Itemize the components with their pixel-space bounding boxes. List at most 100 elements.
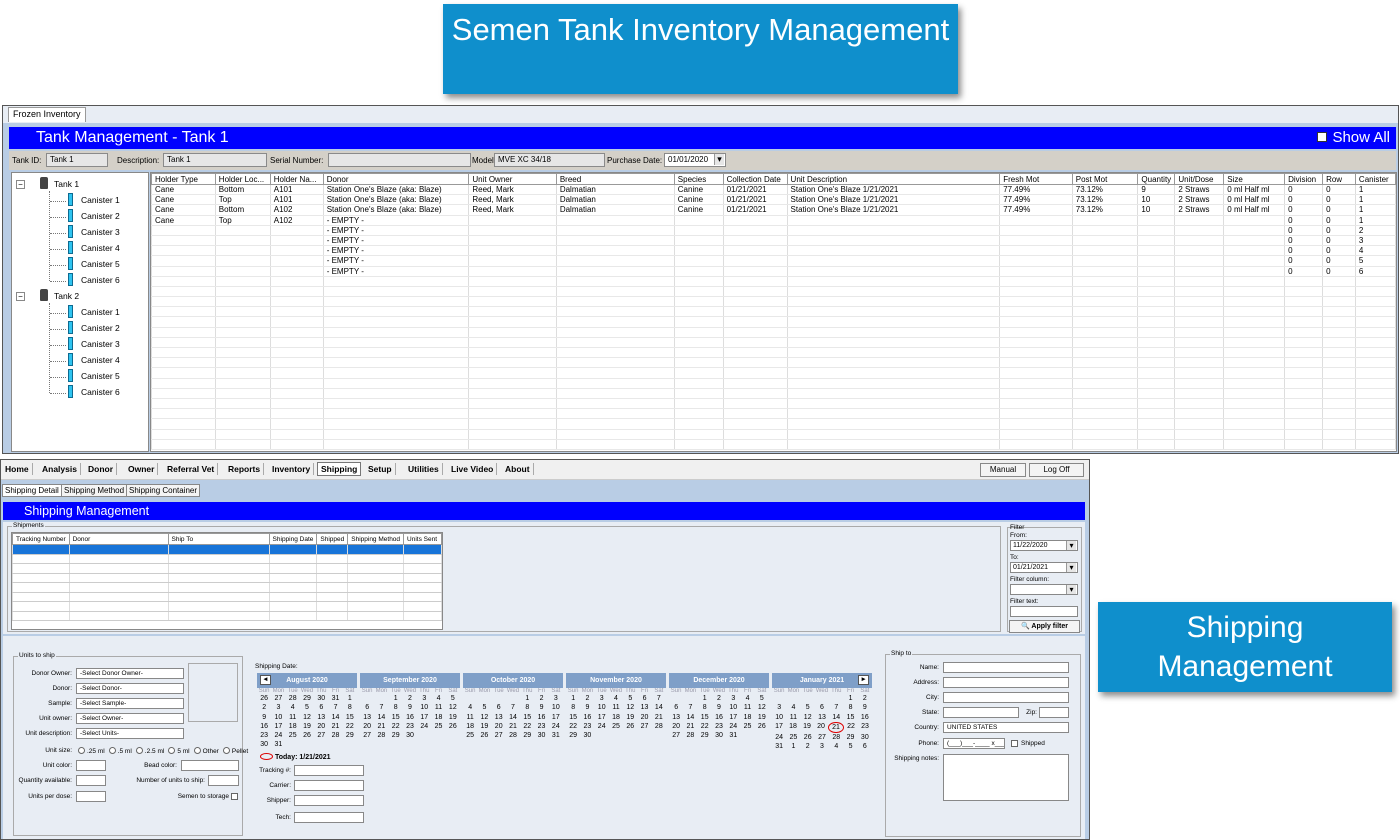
calendar-day[interactable]: 4 <box>286 703 300 712</box>
calendar-day[interactable]: 9 <box>858 703 872 712</box>
calendar-day[interactable]: 3 <box>271 703 285 712</box>
calendar-day[interactable]: 27 <box>314 731 328 740</box>
calendar-day[interactable]: 19 <box>755 713 769 722</box>
calendar-day[interactable]: 10 <box>726 703 740 712</box>
tree-node-canister[interactable]: Canister 2 <box>68 321 120 334</box>
table-row[interactable] <box>12 611 442 621</box>
calendar-day[interactable]: 27 <box>271 694 285 703</box>
from-date-dropdown[interactable]: 11/22/2020 <box>1010 540 1078 551</box>
table-row[interactable] <box>151 418 1396 430</box>
calendar-day[interactable]: 15 <box>843 713 857 722</box>
table-row[interactable] <box>151 408 1396 420</box>
calendar-day[interactable]: 8 <box>698 703 712 712</box>
calendar-day[interactable]: 29 <box>843 733 857 742</box>
calendar-day[interactable]: 1 <box>520 694 534 703</box>
phone-field[interactable]: (___)___-____ x____ <box>943 738 1005 749</box>
calendar-day[interactable]: 10 <box>772 713 786 722</box>
tree-node-canister[interactable]: Canister 3 <box>68 225 120 238</box>
table-row[interactable] <box>151 367 1396 379</box>
calendar-day[interactable]: 29 <box>698 731 712 740</box>
calendar-day[interactable]: 25 <box>786 733 800 742</box>
calendar-day[interactable]: 31 <box>726 731 740 740</box>
calendar-day[interactable]: 7 <box>506 703 520 712</box>
table-row[interactable] <box>151 398 1396 410</box>
calendar-day[interactable]: 18 <box>740 713 754 722</box>
donor-dropdown[interactable]: -Select Donor- <box>76 683 184 694</box>
calendar-day[interactable]: 11 <box>431 703 445 712</box>
calendar-day[interactable]: 21 <box>328 722 342 731</box>
calendar-day[interactable] <box>623 731 637 740</box>
calendar-day[interactable]: 13 <box>815 713 829 722</box>
calendar-day[interactable]: 8 <box>343 703 357 712</box>
calendar-day[interactable]: 12 <box>446 703 460 712</box>
calendar-day[interactable]: 5 <box>843 742 857 751</box>
calendar-day[interactable]: 21 <box>652 713 666 722</box>
column-header[interactable]: Donor <box>68 533 169 545</box>
calendar-day[interactable]: 28 <box>374 731 388 740</box>
calendar-day[interactable]: 10 <box>595 703 609 712</box>
calendar-day[interactable]: 16 <box>580 713 594 722</box>
table-row[interactable]: - EMPTY -005 <box>151 255 1396 267</box>
tree-node-canister[interactable]: Canister 3 <box>68 337 120 350</box>
menu-home[interactable]: Home <box>2 463 33 475</box>
table-row[interactable] <box>151 439 1396 450</box>
country-dropdown[interactable]: UNITED STATES <box>943 722 1069 733</box>
calendar-day[interactable]: 28 <box>829 733 843 742</box>
calendar-day[interactable]: 2 <box>580 694 594 703</box>
calendar-day[interactable]: 7 <box>374 703 388 712</box>
calendar-day[interactable]: 3 <box>772 703 786 712</box>
calendar-day[interactable]: 26 <box>801 733 815 742</box>
calendar-day[interactable]: 16 <box>858 713 872 722</box>
unit-size-radio[interactable]: .5 ml <box>108 747 132 755</box>
calendar-day[interactable]: 15 <box>698 713 712 722</box>
calendar-day[interactable]: 11 <box>609 703 623 712</box>
table-row[interactable] <box>151 347 1396 359</box>
calendar-day[interactable]: 23 <box>534 722 548 731</box>
calendar-day[interactable]: 20 <box>669 722 683 731</box>
calendar-day[interactable]: 6 <box>314 703 328 712</box>
calendar-day[interactable]: 5 <box>623 694 637 703</box>
filter-column-dropdown[interactable] <box>1010 584 1078 595</box>
tab-shipping-method[interactable]: Shipping Method <box>61 484 128 497</box>
menu-setup[interactable]: Setup <box>365 463 396 475</box>
calendar-day[interactable]: 9 <box>257 713 271 722</box>
table-row[interactable]: Cane Bottom A102 Station One's Blaze (aka: … <box>151 204 1396 216</box>
address-field[interactable] <box>943 677 1069 688</box>
calendar-day[interactable]: 19 <box>300 722 314 731</box>
calendar-day[interactable]: 15 <box>343 713 357 722</box>
units-to-ship-count-field[interactable] <box>208 775 239 786</box>
calendar-day[interactable]: 22 <box>389 722 403 731</box>
calendar-day[interactable]: 2 <box>534 694 548 703</box>
menu-shipping[interactable]: Shipping <box>317 462 362 476</box>
tech-dropdown[interactable] <box>294 812 364 823</box>
calendar-day[interactable] <box>786 694 800 703</box>
calendar-day[interactable]: 30 <box>712 731 726 740</box>
calendar-day[interactable] <box>417 731 431 740</box>
calendar-day[interactable]: 27 <box>492 731 506 740</box>
tab-shipping-container[interactable]: Shipping Container <box>126 484 201 497</box>
calendar-day[interactable]: 4 <box>431 694 445 703</box>
column-header[interactable]: Canister <box>1354 173 1396 185</box>
sample-dropdown[interactable]: -Select Sample- <box>76 698 184 709</box>
calendar-day[interactable]: 17 <box>549 713 563 722</box>
calendar-day[interactable]: 5 <box>755 694 769 703</box>
logoff-button[interactable]: Log Off <box>1029 463 1084 477</box>
calendar-day[interactable]: 25 <box>431 722 445 731</box>
calendar-day[interactable]: 13 <box>637 703 651 712</box>
calendar-day[interactable]: 29 <box>389 731 403 740</box>
table-row[interactable] <box>151 388 1396 399</box>
zip-field[interactable] <box>1039 707 1069 718</box>
column-header[interactable]: Ship To <box>167 533 270 545</box>
calendar-day[interactable]: 9 <box>580 703 594 712</box>
calendar-day[interactable] <box>506 694 520 703</box>
calendar-day[interactable]: 18 <box>431 713 445 722</box>
calendar-day[interactable]: 3 <box>815 742 829 751</box>
calendar-day[interactable]: 20 <box>637 713 651 722</box>
column-header[interactable]: Unit Description <box>786 173 1001 185</box>
calendar-day[interactable]: 10 <box>417 703 431 712</box>
table-row[interactable] <box>151 296 1396 308</box>
calendar-day[interactable] <box>492 694 506 703</box>
calendar-day[interactable]: 29 <box>300 694 314 703</box>
calendar-day[interactable]: 24 <box>417 722 431 731</box>
calendar-day[interactable]: 19 <box>623 713 637 722</box>
